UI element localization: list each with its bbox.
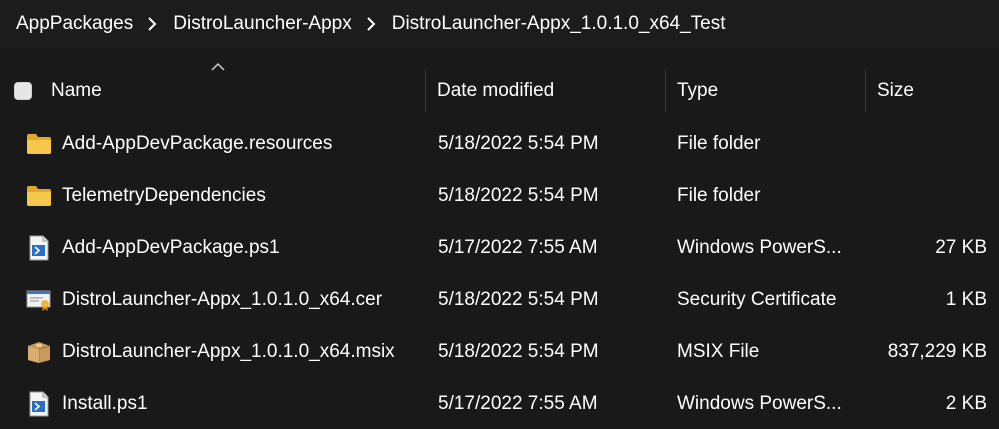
file-name: Add-AppDevPackage.resources xyxy=(62,133,333,154)
file-date: 5/18/2022 5:54 PM xyxy=(438,341,599,362)
column-divider[interactable] xyxy=(865,70,866,112)
chevron-right-icon[interactable] xyxy=(366,17,376,31)
file-type: Windows PowerS... xyxy=(677,393,842,414)
file-row[interactable]: Install.ps1 5/17/2022 7:55 AM Windows Po… xyxy=(0,380,999,428)
file-type: Windows PowerS... xyxy=(677,237,842,258)
breadcrumb: AppPackages DistroLauncher-Appx DistroLa… xyxy=(0,0,999,48)
column-divider[interactable] xyxy=(665,70,666,112)
file-row[interactable]: TelemetryDependencies 5/18/2022 5:54 PM … xyxy=(0,172,999,220)
package-icon xyxy=(26,339,52,365)
file-name-cell: DistroLauncher-Appx_1.0.1.0_x64.msix xyxy=(26,328,421,376)
powershell-script-icon xyxy=(26,235,52,261)
column-header-size-label: Size xyxy=(877,80,914,101)
file-explorer-window: AppPackages DistroLauncher-Appx DistroLa… xyxy=(0,0,999,429)
file-size: 1 KB xyxy=(945,289,987,310)
file-name: TelemetryDependencies xyxy=(62,185,266,206)
file-row[interactable]: DistroLauncher-Appx_1.0.1.0_x64.cer 5/18… xyxy=(0,276,999,324)
file-date: 5/17/2022 7:55 AM xyxy=(438,237,598,258)
file-size xyxy=(866,172,987,220)
folder-icon xyxy=(26,131,52,157)
file-size: 27 KB xyxy=(935,237,987,258)
file-name-cell: TelemetryDependencies xyxy=(26,172,421,220)
file-name-cell: Add-AppDevPackage.resources xyxy=(26,120,421,168)
file-type: File folder xyxy=(677,133,761,154)
file-size: 2 KB xyxy=(945,393,987,414)
column-divider[interactable] xyxy=(425,70,426,112)
file-date: 5/17/2022 7:55 AM xyxy=(438,393,598,414)
file-type: File folder xyxy=(677,185,761,206)
file-date: 5/18/2022 5:54 PM xyxy=(438,133,599,154)
column-header-date-modified[interactable]: Date modified xyxy=(437,68,657,114)
column-header-row: Name Date modified Type Size xyxy=(0,62,999,114)
column-header-name-label: Name xyxy=(51,80,102,101)
file-row[interactable]: Add-AppDevPackage.resources 5/18/2022 5:… xyxy=(0,120,999,168)
column-header-name[interactable]: Name xyxy=(51,62,421,114)
breadcrumb-item-apppackages[interactable]: AppPackages xyxy=(16,13,133,35)
file-name-cell: DistroLauncher-Appx_1.0.1.0_x64.cer xyxy=(26,276,421,324)
certificate-icon xyxy=(26,287,52,313)
folder-icon xyxy=(26,183,52,209)
file-size: 837,229 KB xyxy=(887,341,987,362)
chevron-right-icon[interactable] xyxy=(147,17,157,31)
file-name: DistroLauncher-Appx_1.0.1.0_x64.cer xyxy=(62,289,383,310)
powershell-script-icon xyxy=(26,391,52,417)
file-row[interactable]: DistroLauncher-Appx_1.0.1.0_x64.msix 5/1… xyxy=(0,328,999,376)
column-header-date-label: Date modified xyxy=(437,80,555,101)
column-header-type-label: Type xyxy=(677,80,719,101)
breadcrumb-item-distrolauncher-appx[interactable]: DistroLauncher-Appx xyxy=(173,13,351,35)
file-name-cell: Add-AppDevPackage.ps1 xyxy=(26,224,421,272)
file-date: 5/18/2022 5:54 PM xyxy=(438,185,599,206)
select-all-checkbox[interactable] xyxy=(14,82,32,100)
sort-ascending-icon xyxy=(211,62,225,71)
file-name: DistroLauncher-Appx_1.0.1.0_x64.msix xyxy=(62,341,395,362)
file-name: Add-AppDevPackage.ps1 xyxy=(62,237,280,258)
breadcrumb-item-current-folder[interactable]: DistroLauncher-Appx_1.0.1.0_x64_Test xyxy=(392,13,726,35)
file-row[interactable]: Add-AppDevPackage.ps1 5/17/2022 7:55 AM … xyxy=(0,224,999,272)
file-date: 5/18/2022 5:54 PM xyxy=(438,289,599,310)
column-header-type[interactable]: Type xyxy=(677,68,857,114)
column-header-size[interactable]: Size xyxy=(877,68,987,114)
file-name: Install.ps1 xyxy=(62,393,148,414)
file-type: Security Certificate xyxy=(677,289,837,310)
file-size xyxy=(866,120,987,168)
file-name-cell: Install.ps1 xyxy=(26,380,421,428)
file-type: MSIX File xyxy=(677,341,760,362)
